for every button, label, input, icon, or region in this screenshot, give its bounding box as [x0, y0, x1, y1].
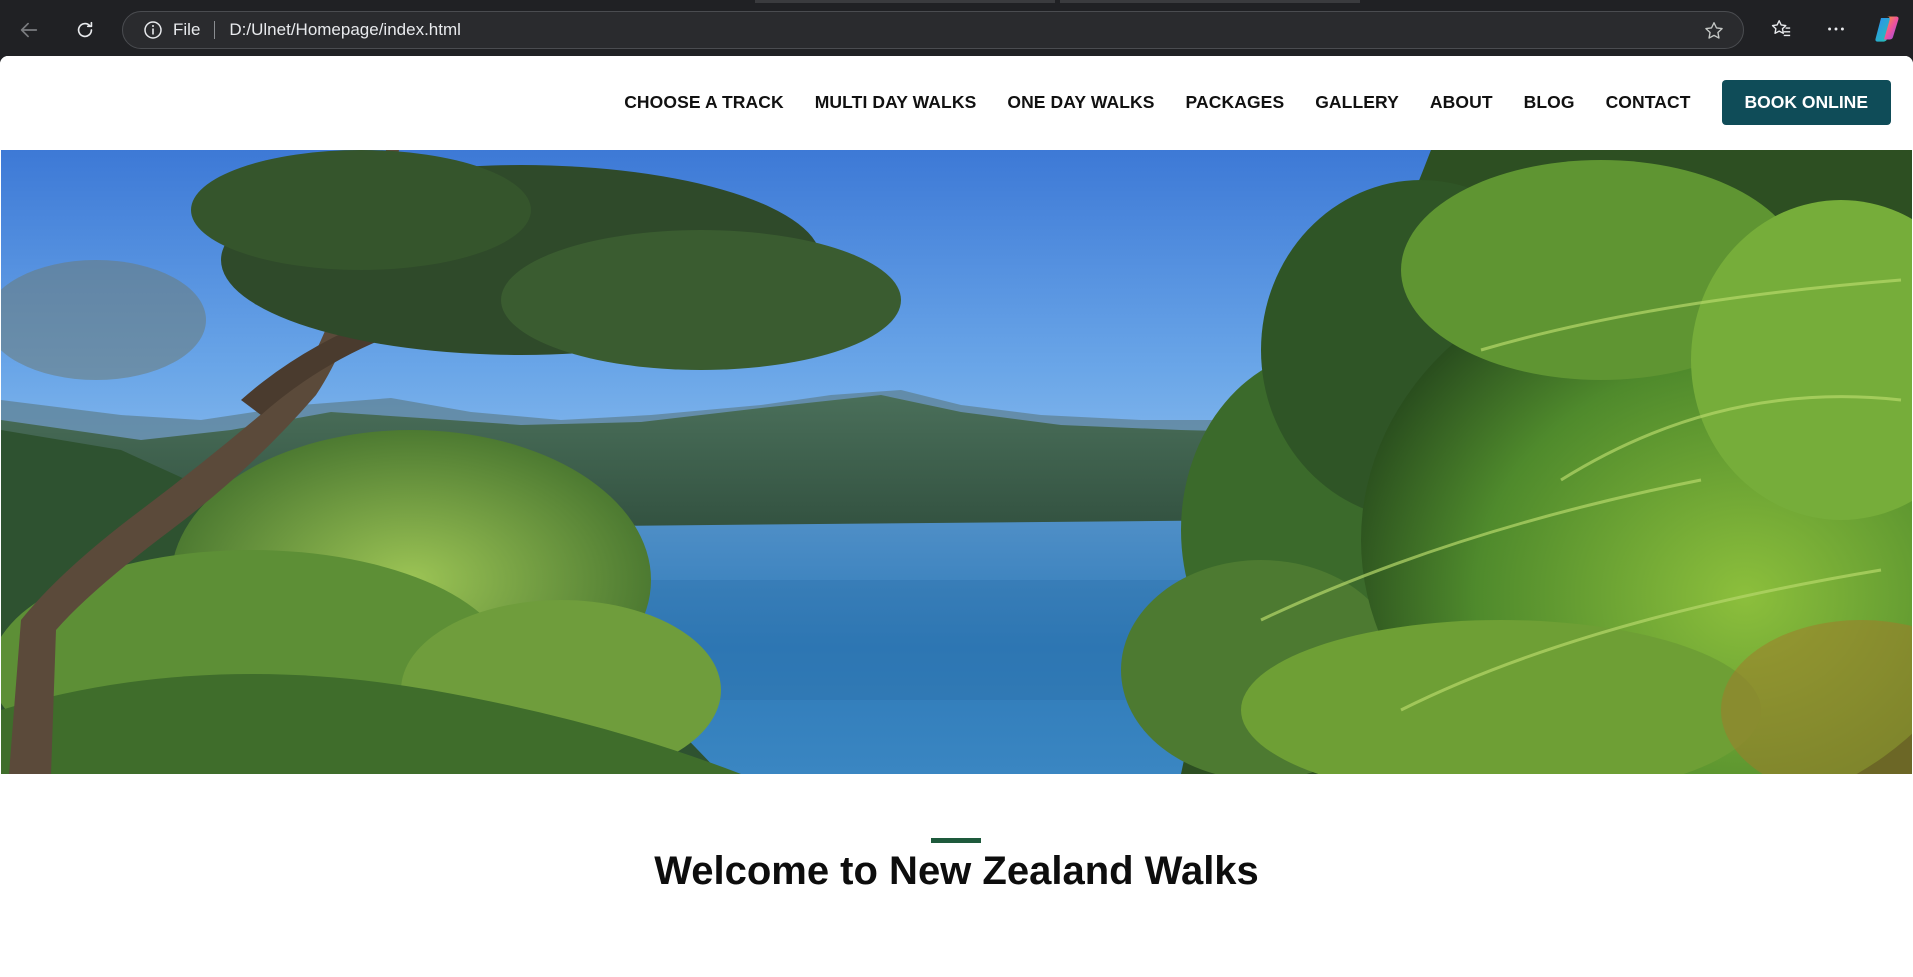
star-icon[interactable] — [1703, 20, 1725, 42]
nav-about[interactable]: ABOUT — [1430, 92, 1493, 113]
address-bar[interactable]: File D:/Ulnet/Homepage/index.html — [122, 11, 1744, 49]
nav-packages[interactable]: PACKAGES — [1186, 92, 1285, 113]
info-icon[interactable] — [143, 20, 163, 40]
nav-blog[interactable]: BLOG — [1524, 92, 1575, 113]
main-nav: CHOOSE A TRACK MULTI DAY WALKS ONE DAY W… — [624, 80, 1891, 125]
tab-strip-edge — [1060, 0, 1360, 3]
nav-one-day-walks[interactable]: ONE DAY WALKS — [1007, 92, 1154, 113]
favorites-icon[interactable] — [1766, 14, 1796, 44]
tab-strip-edge — [755, 0, 1055, 3]
nav-gallery[interactable]: GALLERY — [1315, 92, 1399, 113]
book-online-button[interactable]: BOOK ONLINE — [1721, 80, 1891, 125]
more-icon[interactable] — [1821, 14, 1851, 44]
reload-icon[interactable] — [68, 13, 102, 47]
back-arrow-icon[interactable] — [12, 13, 46, 47]
welcome-section: Welcome to New Zealand Walks — [0, 774, 1913, 977]
nav-contact[interactable]: CONTACT — [1606, 92, 1691, 113]
omnibox-divider — [214, 21, 216, 39]
welcome-title: Welcome to New Zealand Walks — [654, 849, 1259, 893]
url-text[interactable]: D:/Ulnet/Homepage/index.html — [229, 20, 461, 40]
nav-multi-day-walks[interactable]: MULTI DAY WALKS — [815, 92, 977, 113]
title-accent-bar — [931, 838, 981, 843]
hero-image — [1, 150, 1912, 774]
copilot-icon[interactable] — [1872, 14, 1902, 44]
page-viewport: CHOOSE A TRACK MULTI DAY WALKS ONE DAY W… — [0, 56, 1913, 977]
browser-toolbar: File D:/Ulnet/Homepage/index.html — [0, 0, 1913, 56]
scheme-label: File — [173, 20, 201, 39]
site-header: CHOOSE A TRACK MULTI DAY WALKS ONE DAY W… — [0, 56, 1913, 150]
nav-choose-a-track[interactable]: CHOOSE A TRACK — [624, 92, 784, 113]
